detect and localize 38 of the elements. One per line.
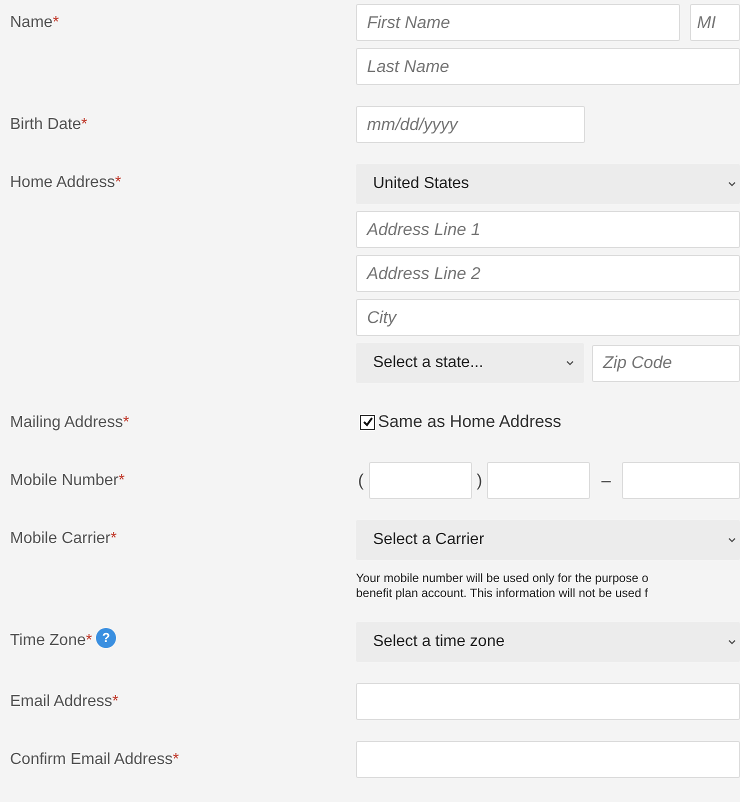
dropdown[interactable]: Select a time zone <box>356 622 740 662</box>
field-label: Home Address* <box>10 173 122 193</box>
field-label: Name* <box>10 13 59 33</box>
dropdown[interactable]: Select a Carrier <box>356 520 740 560</box>
chevron-icon <box>566 360 574 366</box>
chevron-icon <box>728 181 736 187</box>
phone-separator: – <box>600 470 612 490</box>
chevron-icon <box>728 537 736 543</box>
text-field[interactable] <box>622 462 740 499</box>
text-field[interactable]: Address Line 2 <box>356 255 740 292</box>
text-field[interactable]: Zip Code <box>592 344 740 382</box>
dropdown[interactable]: United States <box>356 164 740 204</box>
help-text: benefit plan account. This information will not be used f <box>356 586 648 601</box>
field-label: Birth Date* <box>10 115 88 135</box>
checkbox[interactable] <box>360 414 375 430</box>
phone-separator: ) <box>476 470 484 490</box>
field-label: Confirm Email Address* <box>10 750 179 770</box>
field-label: Time Zone* <box>10 631 92 651</box>
field-label: Mailing Address* <box>10 413 130 433</box>
field-label: Mobile Number* <box>10 471 125 491</box>
text-field[interactable]: Last Name <box>356 48 740 85</box>
chevron-icon <box>728 639 736 645</box>
text-field[interactable] <box>356 683 740 720</box>
text-field[interactable] <box>368 462 472 499</box>
dropdown[interactable]: Select a state... <box>356 343 584 383</box>
phone-separator: ( <box>357 470 365 490</box>
text-field[interactable]: MI <box>690 4 740 41</box>
text-field[interactable]: mm/dd/yyyy <box>356 106 585 143</box>
text-field[interactable]: Address Line 1 <box>356 211 740 248</box>
text-field[interactable]: First Name <box>356 4 680 41</box>
text-field[interactable] <box>487 462 590 499</box>
help-text: Your mobile number will be used only for the purpose o <box>356 571 648 586</box>
text-field[interactable] <box>356 741 740 778</box>
help-icon[interactable]: ? <box>96 628 116 648</box>
field-label: Email Address* <box>10 692 118 712</box>
text-field[interactable]: City <box>356 299 740 336</box>
field-label: Mobile Carrier* <box>10 529 117 549</box>
checkbox-label[interactable]: Same as Home Address <box>378 412 562 432</box>
